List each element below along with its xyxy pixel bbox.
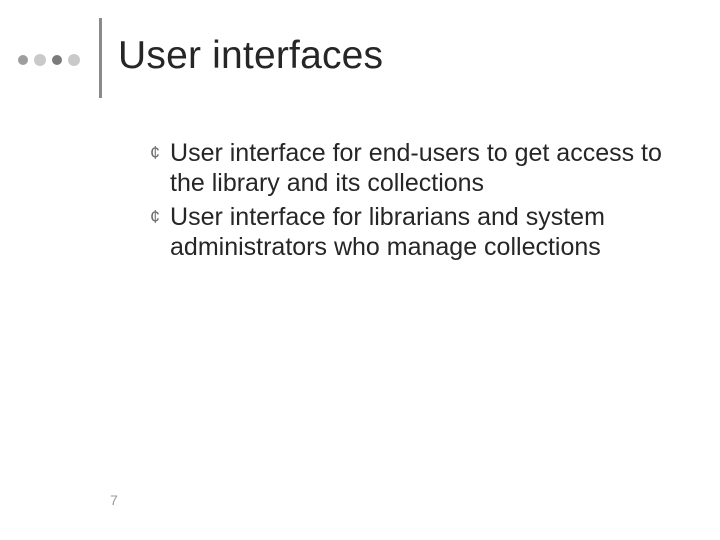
list-item: ¢ User interface for librarians and syst… — [150, 202, 670, 262]
dot-icon — [18, 55, 28, 65]
page-number: 7 — [110, 492, 118, 508]
dot-icon — [34, 54, 46, 66]
slide: User interfaces ¢ User interface for end… — [0, 0, 720, 540]
decorative-dots — [18, 54, 80, 66]
dot-icon — [52, 55, 62, 65]
slide-title: User interfaces — [118, 34, 383, 78]
bullet-text: User interface for end-users to get acce… — [170, 138, 670, 198]
dot-icon — [68, 54, 80, 66]
bullet-text: User interface for librarians and system… — [170, 202, 670, 262]
vertical-divider — [99, 18, 102, 98]
slide-body: ¢ User interface for end-users to get ac… — [150, 138, 670, 266]
list-item: ¢ User interface for end-users to get ac… — [150, 138, 670, 198]
bullet-icon: ¢ — [150, 202, 160, 232]
bullet-icon: ¢ — [150, 138, 160, 168]
